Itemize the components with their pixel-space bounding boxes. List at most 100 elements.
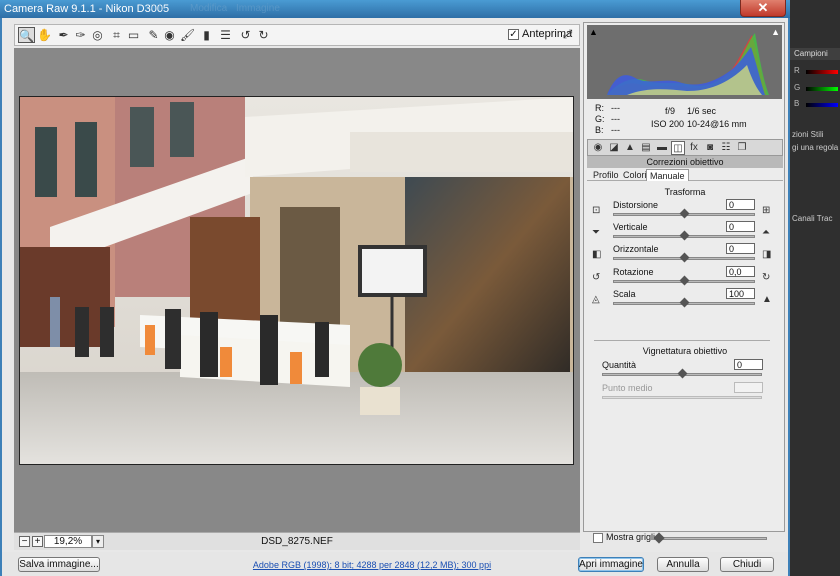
divider — [594, 340, 770, 341]
tone-curve-icon[interactable]: ◪ — [607, 141, 621, 155]
lens-value: 10-24@16 mm — [687, 119, 747, 129]
photoshop-background-panel: Campioni R G B zioni Stili gi una regola… — [790, 0, 840, 576]
tab-profilo[interactable]: Profilo — [590, 169, 622, 181]
ps-g-label: G — [794, 83, 801, 92]
horizontal-left-icon: ◧ — [592, 249, 602, 260]
slider-row-orizzontale: ◧ Orizzontale 0 ◨ — [587, 243, 783, 266]
detail-icon[interactable]: ▲ — [623, 141, 637, 155]
lens-corrections-icon[interactable]: ◫ — [671, 141, 685, 155]
midpoint-field — [734, 382, 763, 393]
ghost-menu: Immagine — [236, 3, 280, 14]
slider-row-verticale: ⏷ Verticale 0 ⏶ — [587, 221, 783, 244]
rotate-right-icon: ↻ — [762, 272, 771, 283]
slider-value-field[interactable]: 0,0 — [726, 266, 755, 277]
slider-thumb[interactable] — [679, 252, 690, 263]
rgb-readout: R: --- G: --- B: --- f/9 1/6 sec ISO 200… — [587, 101, 782, 137]
slider-thumb[interactable] — [679, 208, 690, 219]
ps-b-slider — [806, 103, 838, 107]
ps-adjust: gi una regola — [792, 143, 839, 152]
swatches-tab: Campioni — [790, 48, 840, 60]
slider-value-field[interactable]: 100 — [726, 288, 755, 299]
spot-removal-icon[interactable]: ✎ — [145, 27, 162, 43]
snapshots-icon[interactable]: ❐ — [735, 141, 749, 155]
transform-section-title: Trasforma — [664, 187, 706, 197]
slider-value-field[interactable]: 0 — [726, 243, 755, 254]
horizontal-right-icon: ◨ — [762, 249, 772, 260]
ps-tabs-2: Canali Trac — [792, 214, 833, 223]
panel-tabs: ◉ ◪ ▲ ▤ ▬ ◫ fx ◙ ☷ ❐ — [587, 139, 783, 156]
preferences-icon[interactable]: ☰ — [217, 27, 234, 43]
tab-manuale[interactable]: Manuale — [646, 169, 689, 181]
done-button[interactable]: Chiudi — [720, 557, 774, 572]
grid-size-slider[interactable] — [657, 537, 767, 540]
right-panel: ▲ ▲ R: --- G: --- B: --- f/9 1/6 sec ISO… — [583, 22, 785, 544]
crop-icon[interactable]: ⌗ — [108, 27, 125, 43]
camera-calibration-icon[interactable]: ◙ — [703, 141, 717, 155]
aperture-value: f/9 — [665, 106, 676, 116]
slider-label: Punto medio — [602, 383, 653, 393]
straighten-icon[interactable]: ▭ — [125, 27, 142, 43]
slider-thumb[interactable] — [679, 230, 690, 241]
preview-checkbox[interactable]: ✓ — [508, 29, 519, 40]
slider-value-field[interactable]: 0 — [726, 199, 755, 210]
amount-slider-thumb[interactable] — [677, 368, 688, 379]
red-eye-icon[interactable]: ◉ — [161, 27, 178, 43]
distortion-grid-icon: ⊞ — [762, 205, 771, 216]
targeted-adjustment-icon[interactable]: ◎ — [89, 27, 106, 43]
slider-label: Scala — [613, 289, 636, 299]
photo-preview[interactable] — [19, 96, 574, 465]
amount-field[interactable]: 0 — [734, 359, 763, 370]
ghost-menu: File — [150, 3, 167, 14]
vertical-wide-icon: ⏶ — [762, 227, 770, 238]
subtabs: Profilo Colori Manuale — [587, 169, 783, 181]
hsl-icon[interactable]: ▤ — [639, 141, 653, 155]
effects-icon[interactable]: fx — [687, 141, 701, 155]
color-sampler-icon[interactable]: ✑ — [72, 27, 89, 43]
g-label: G: — [595, 114, 605, 124]
slider-thumb[interactable] — [679, 275, 690, 286]
graduated-filter-icon[interactable]: ▮ — [198, 27, 215, 43]
ps-b-label: B — [794, 99, 800, 108]
image-canvas[interactable] — [14, 48, 580, 532]
rotate-left-icon: ↺ — [592, 272, 601, 283]
slider-row-scala: ◬ Scala 100 ▲ — [587, 288, 783, 311]
photo-image — [20, 97, 573, 464]
scale-large-icon: ▲ — [762, 294, 772, 305]
title-bar: Camera Raw 9.1.1 - Nikon D3005 File Modi… — [0, 0, 790, 18]
show-grid-label: Mostra griglia — [606, 532, 661, 542]
slider-label: Distorsione — [613, 200, 659, 210]
slider-thumb[interactable] — [679, 297, 690, 308]
camera-raw-dialog: ✓ Anteprima ⤢ 🔍 ✋ ✒ ✑ ◎ ⌗ ▭ ✎ ◉ 🖌 ▮ ☰ ↺ ↻ — [0, 18, 790, 576]
open-image-button[interactable]: Apri immagine — [578, 557, 644, 572]
zoom-icon[interactable]: 🔍 — [18, 27, 35, 43]
ps-r-label: R — [794, 66, 800, 75]
filename-label: DSD_8275.NEF — [261, 536, 333, 547]
fullscreen-icon[interactable]: ⤢ — [560, 27, 575, 42]
r-value: --- — [611, 103, 620, 113]
save-image-button[interactable]: Salva immagine... — [18, 557, 100, 572]
white-balance-icon[interactable]: ✒ — [55, 27, 72, 43]
workflow-options-link[interactable]: Adobe RGB (1998); 8 bit; 4288 per 2848 (… — [252, 560, 492, 570]
cancel-button[interactable]: Annulla — [657, 557, 709, 572]
presets-icon[interactable]: ☷ — [719, 141, 733, 155]
slider-label: Orizzontale — [613, 244, 659, 254]
toolbar: ✓ Anteprima ⤢ 🔍 ✋ ✒ ✑ ◎ ⌗ ▭ ✎ ◉ 🖌 ▮ ☰ ↺ ↻ — [14, 24, 580, 46]
slider-value-field[interactable]: 0 — [726, 221, 755, 232]
hand-icon[interactable]: ✋ — [36, 27, 53, 43]
ghost-menu: Modifica — [190, 3, 228, 14]
close-button[interactable]: ✕ — [740, 0, 786, 17]
rotate-cw-icon[interactable]: ↻ — [255, 27, 272, 43]
split-toning-icon[interactable]: ▬ — [655, 141, 669, 155]
highlight-clipping-icon[interactable]: ▲ — [771, 27, 780, 37]
basic-icon[interactable]: ◉ — [591, 141, 605, 155]
ps-g-slider — [806, 87, 838, 91]
distortion-icon: ⊡ — [592, 205, 601, 216]
shadow-clipping-icon[interactable]: ▲ — [589, 27, 598, 37]
rotate-ccw-icon[interactable]: ↺ — [237, 27, 254, 43]
bottom-bar: Salva immagine... Adobe RGB (1998); 8 bi… — [2, 552, 788, 576]
adjustment-brush-icon[interactable]: 🖌 — [179, 27, 196, 43]
slider-row-rotazione: ↺ Rotazione 0,0 ↻ — [587, 266, 783, 289]
ps-tabs: zioni Stili — [792, 130, 824, 139]
show-grid-checkbox[interactable] — [593, 533, 603, 543]
slider-label: Quantità — [602, 360, 637, 370]
